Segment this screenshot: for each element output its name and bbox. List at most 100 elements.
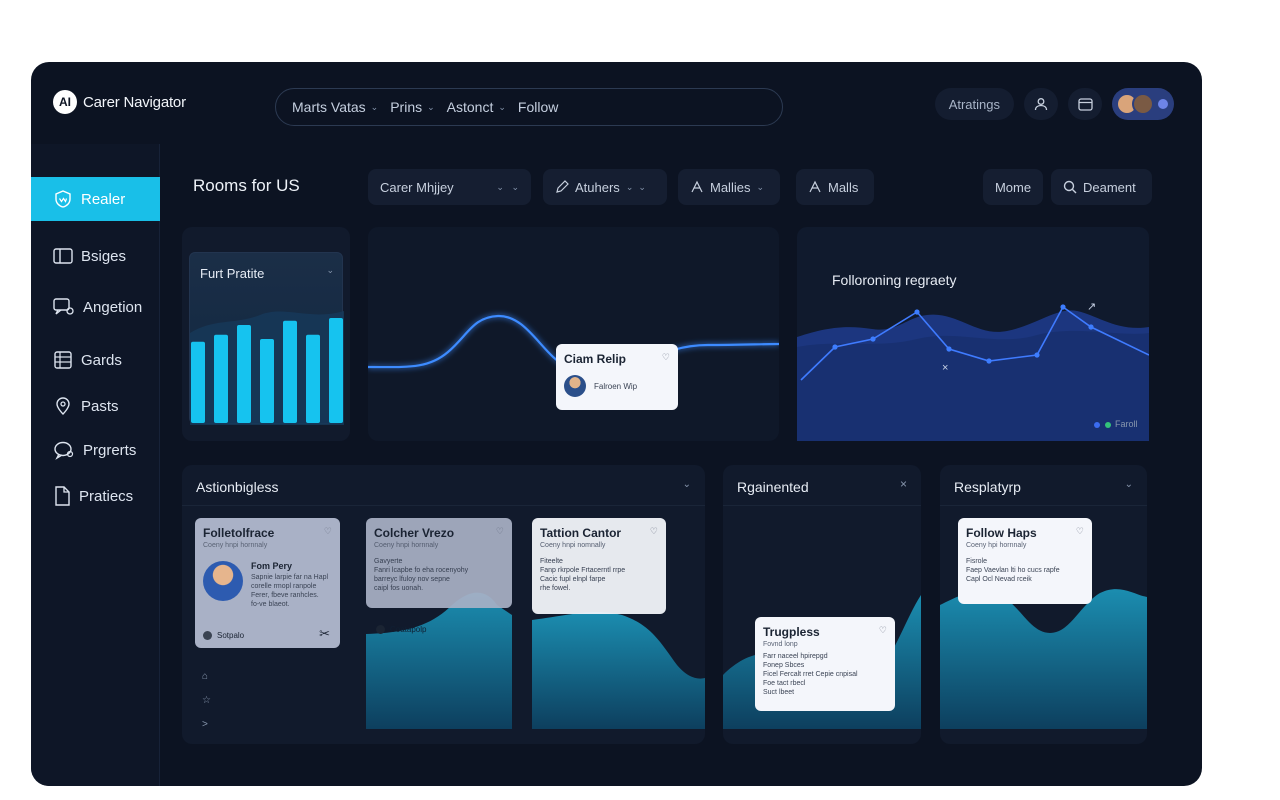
sidebar-item-prgrerts[interactable]: Prgrerts bbox=[31, 428, 160, 472]
heart-icon[interactable]: ♡ bbox=[496, 526, 504, 537]
tooltip-card[interactable]: Ciam Relip ♡ Falroen Wip bbox=[556, 344, 678, 410]
status-dot-icon bbox=[1158, 99, 1168, 109]
actions-panel: Astionbigless ⌄ Folletolfrace ♡ Coeny hn… bbox=[182, 465, 705, 744]
triangle-icon bbox=[809, 180, 821, 193]
filter-label: Atuhers bbox=[575, 179, 620, 195]
card-title: Folletolfrace bbox=[203, 526, 275, 540]
resplatyrp-card[interactable]: Follow Haps ♡ Coeny hpi hornnaly Fisrole… bbox=[958, 518, 1092, 604]
profile-card[interactable]: Furt Pratite ⌄ bbox=[189, 252, 344, 425]
document-icon bbox=[55, 486, 70, 506]
user-button[interactable] bbox=[1024, 88, 1058, 120]
filter-carer-mhjjey[interactable]: Carer Mhjjey ⌄ ⌄ bbox=[368, 169, 531, 205]
heart-icon[interactable]: ♡ bbox=[324, 526, 332, 537]
avatar-group[interactable] bbox=[1112, 88, 1174, 120]
card-text: Fiteelte Fanp rkrpole Frtacerntl rrpe Ca… bbox=[540, 558, 626, 592]
profile-bar bbox=[283, 320, 297, 423]
search-icon bbox=[1063, 180, 1077, 194]
ragiented-card[interactable]: Trugpless ♡ Fovnd lonp Farr naceel hpire… bbox=[755, 617, 895, 711]
filter-label: Carer Mhjjey bbox=[380, 179, 454, 195]
svg-text:↗: ↗ bbox=[1087, 301, 1096, 313]
sidebar-item-realer[interactable]: Realer bbox=[31, 177, 160, 221]
card-subtitle: Coeny hnpi hornnaly bbox=[203, 542, 268, 549]
home-icon[interactable]: ⌂ bbox=[202, 665, 211, 689]
card-text: Sapnie larpie far na Hapl corelle rmopl … bbox=[251, 574, 329, 608]
card-footer: Sotpalo bbox=[217, 631, 245, 640]
profile-panel: Furt Pratite ⌄ bbox=[182, 227, 350, 441]
sidebar-item-label: Pasts bbox=[81, 397, 119, 415]
topnav-item-label: Prins bbox=[390, 99, 423, 115]
more-button[interactable]: Mome bbox=[983, 169, 1043, 205]
sidebar-item-label: Angetion bbox=[83, 298, 143, 316]
regression-area-chart: ↗ × bbox=[797, 301, 1149, 441]
sidebar-item-pratiecs[interactable]: Pratiecs bbox=[31, 474, 160, 518]
app-window: AI Carer Navigator Marts Vatas ⌄ Prins ⌄… bbox=[31, 62, 1202, 786]
chevron-down-icon: ⌄ bbox=[756, 181, 765, 192]
svg-text:×: × bbox=[942, 362, 948, 374]
heart-icon[interactable]: ♡ bbox=[879, 625, 887, 636]
ragiented-panel: Rgainented × Trugpless ♡ Fovnd lonp Farr… bbox=[723, 465, 921, 744]
action-card[interactable]: Folletolfrace ♡ Coeny hnpi hornnaly Fom … bbox=[195, 518, 340, 648]
resplatyrp-area-chart bbox=[940, 589, 1147, 729]
avatar bbox=[376, 625, 385, 634]
ratings-button[interactable]: Atratings bbox=[934, 88, 1014, 120]
heart-icon[interactable]: ♡ bbox=[650, 526, 658, 537]
chevron-right-icon[interactable]: > bbox=[202, 713, 211, 737]
user-icon bbox=[1034, 98, 1048, 111]
sidebar-item-label: Bsiges bbox=[81, 247, 127, 265]
card-title: Tattion Cantor bbox=[540, 526, 622, 540]
legend-label: Faroll bbox=[1115, 419, 1138, 429]
search-button[interactable]: Deament bbox=[1051, 169, 1152, 205]
top-nav: Marts Vatas ⌄ Prins ⌄ Astonct ⌄ Follow bbox=[275, 88, 783, 126]
chat-icon bbox=[53, 298, 74, 315]
profile-bar bbox=[329, 318, 343, 423]
topnav-item-prins[interactable]: Prins ⌄ bbox=[390, 99, 434, 115]
heart-icon[interactable]: ♡ bbox=[662, 352, 670, 363]
tooltip-subtitle: Falroen Wip bbox=[594, 381, 638, 391]
sidebar-item-gards[interactable]: Gards bbox=[31, 338, 160, 382]
app-name: Carer Navigator bbox=[83, 93, 186, 111]
calendar-button[interactable] bbox=[1068, 88, 1102, 120]
profile-bar bbox=[260, 339, 274, 423]
wave-panel: Ciam Relip ♡ Falroen Wip bbox=[368, 227, 779, 441]
panel-icon bbox=[53, 248, 73, 264]
filter-label: Mallies bbox=[710, 179, 751, 195]
regression-panel: Folloroning regraety ↗ × Faroll bbox=[797, 227, 1149, 441]
topnav-item-label: Astonct bbox=[446, 99, 494, 115]
triangle-icon bbox=[691, 180, 703, 193]
shield-icon bbox=[55, 190, 71, 208]
filter-malls[interactable]: Malls bbox=[796, 169, 874, 205]
more-label: Mome bbox=[994, 179, 1032, 195]
heart-icon[interactable]: ♡ bbox=[1076, 526, 1084, 537]
avatar bbox=[203, 561, 243, 601]
topnav-item-follow[interactable]: Follow bbox=[518, 99, 558, 115]
pin-icon bbox=[56, 397, 70, 415]
topnav-item-marts-vatas[interactable]: Marts Vatas ⌄ bbox=[292, 99, 378, 115]
action-card[interactable]: Colcher Vrezo ♡ Coeny hnpi hornnaly Gavy… bbox=[366, 518, 512, 608]
filter-atuhers[interactable]: Atuhers ⌄ ⌄ bbox=[543, 169, 667, 205]
app-logo: AI bbox=[53, 90, 77, 114]
chevron-down-icon: ⌄ ⌄ bbox=[625, 181, 646, 192]
card-title: Colcher Vrezo bbox=[374, 526, 455, 540]
scissors-icon[interactable]: ✂ bbox=[319, 626, 330, 642]
avatar bbox=[203, 631, 212, 640]
card-subtitle: Coeny hnpi hornnaly bbox=[374, 542, 439, 549]
card-text: Fisrole Faep Vaevlan lti ho cucs rapfe C… bbox=[966, 558, 1060, 583]
grid-icon bbox=[54, 351, 72, 369]
page-title: Rooms for US bbox=[193, 176, 300, 195]
card-footer: Coatapolp bbox=[390, 625, 427, 634]
card-subtitle: Coeny hpi hornnaly bbox=[966, 542, 1027, 549]
avatar bbox=[1132, 93, 1154, 115]
sidebar-item-pasts[interactable]: Pasts bbox=[31, 384, 160, 428]
action-card[interactable]: Tattion Cantor ♡ Coeny hnpi nomnally Fit… bbox=[532, 518, 666, 614]
card-person-name: Fom Pery bbox=[251, 561, 293, 571]
sidebar: Realer Bsiges Angetion Gards Pasts Prgre… bbox=[31, 144, 160, 786]
filter-mallies[interactable]: Mallies ⌄ bbox=[678, 169, 780, 205]
avatar bbox=[564, 375, 586, 397]
topnav-item-astonct[interactable]: Astonct ⌄ bbox=[447, 99, 506, 115]
sidebar-item-angetion[interactable]: Angetion bbox=[31, 285, 160, 329]
filter-label: Malls bbox=[828, 179, 859, 195]
brand[interactable]: AI Carer Navigator bbox=[53, 90, 186, 114]
star-icon[interactable]: ☆ bbox=[202, 689, 211, 713]
profile-bar bbox=[191, 341, 205, 423]
sidebar-item-bsiges[interactable]: Bsiges bbox=[31, 234, 160, 278]
